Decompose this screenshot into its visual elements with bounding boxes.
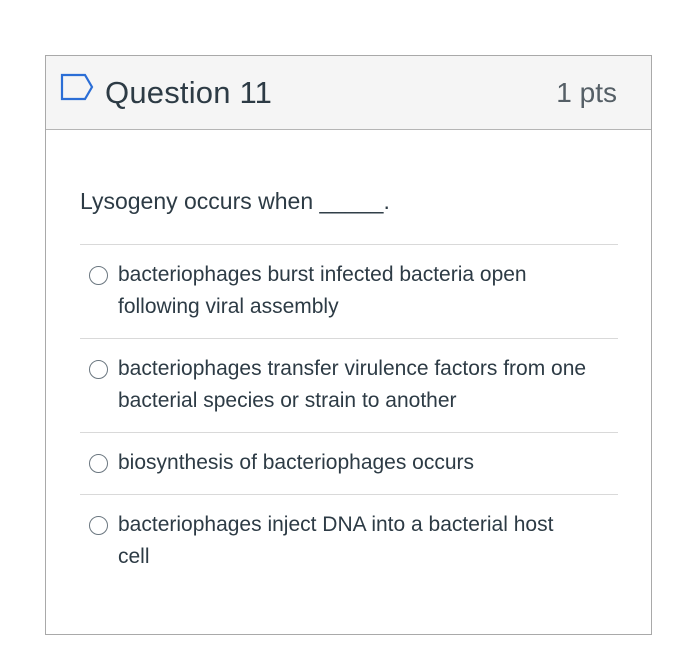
- answer-label[interactable]: bacteriophages inject DNA into a bacteri…: [118, 509, 588, 573]
- answer-option-2[interactable]: bacteriophages transfer virulence factor…: [80, 339, 618, 433]
- answer-option-1[interactable]: bacteriophages burst infected bacteria o…: [80, 245, 618, 339]
- question-prompt: Lysogeny occurs when _____.: [80, 188, 390, 214]
- question-body: Lysogeny occurs when _____. bacteriophag…: [46, 186, 651, 588]
- radio-button[interactable]: [89, 516, 108, 535]
- question-header: Question 11 1 pts: [46, 56, 651, 130]
- answer-label[interactable]: biosynthesis of bacteriophages occurs: [118, 447, 474, 479]
- answer-option-4[interactable]: bacteriophages inject DNA into a bacteri…: [80, 495, 618, 588]
- answer-list: bacteriophages burst infected bacteria o…: [80, 244, 618, 588]
- radio-button[interactable]: [89, 360, 108, 379]
- question-points: 1 pts: [556, 77, 617, 108]
- question-title: Question 11: [105, 75, 273, 110]
- answer-option-3[interactable]: biosynthesis of bacteriophages occurs: [80, 433, 618, 495]
- answer-label[interactable]: bacteriophages transfer virulence factor…: [118, 353, 588, 417]
- bookmark-flag-icon[interactable]: [60, 73, 94, 101]
- radio-button[interactable]: [89, 266, 108, 285]
- question-card: Question 11 1 pts Lysogeny occurs when _…: [45, 55, 652, 635]
- answer-label[interactable]: bacteriophages burst infected bacteria o…: [118, 259, 588, 323]
- radio-button[interactable]: [89, 454, 108, 473]
